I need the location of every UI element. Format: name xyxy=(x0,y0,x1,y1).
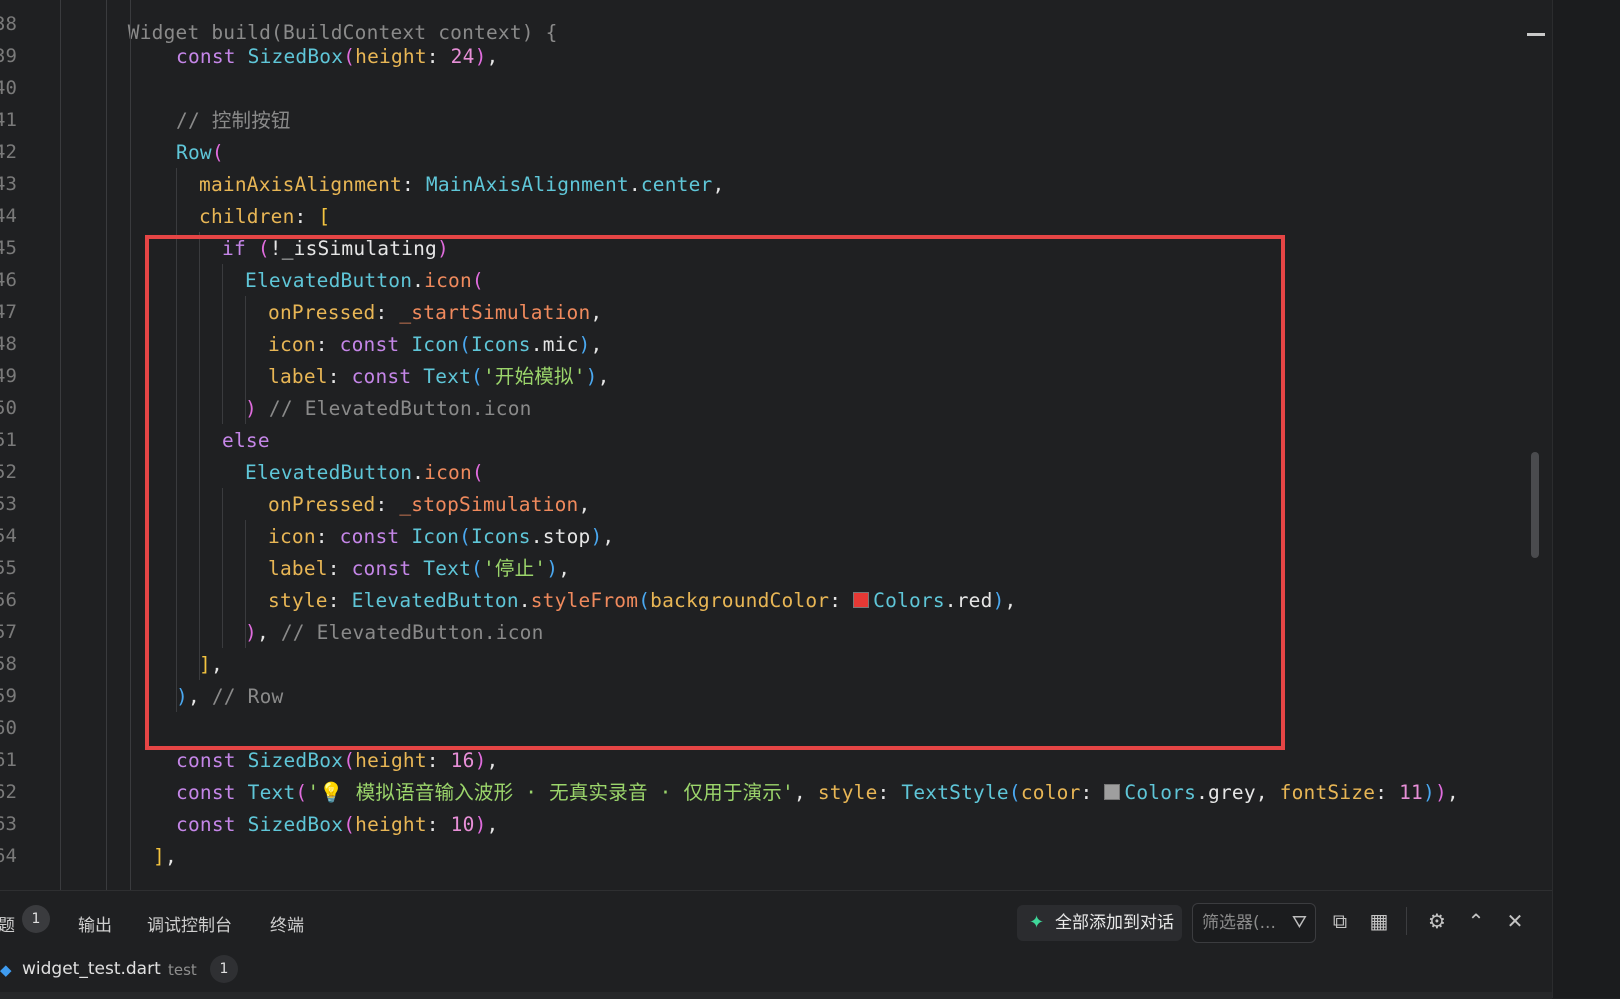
line-number: 55 xyxy=(0,557,17,579)
line-number: 46 xyxy=(0,269,17,291)
highlight-annotation-box xyxy=(145,235,1285,750)
line-number: 43 xyxy=(0,173,17,195)
line-number: 64 xyxy=(0,845,17,867)
line-number: 51 xyxy=(0,429,17,451)
indent-guide xyxy=(60,0,61,890)
line-number: 61 xyxy=(0,749,17,771)
line-number: 44 xyxy=(0,205,17,227)
code-line-42: Row( xyxy=(176,141,224,164)
line-number: 42 xyxy=(0,141,17,163)
filter-placeholder: 筛选器(... xyxy=(1202,913,1276,933)
code-line-43: mainAxisAlignment: MainAxisAlignment.cen… xyxy=(199,173,725,196)
line-number: 60 xyxy=(0,717,17,739)
tab-debug-console[interactable]: 调试控制台 xyxy=(147,911,232,936)
line-number: 56 xyxy=(0,589,17,611)
maximize-panel-icon[interactable]: ⌃ xyxy=(1464,909,1488,933)
minimap-marker xyxy=(1527,33,1545,36)
file-name: widget_test.dart xyxy=(22,959,161,979)
code-line-63: const SizedBox(height: 10), xyxy=(176,813,499,836)
line-number: 63 xyxy=(0,813,17,835)
indent-guide xyxy=(106,0,107,890)
line-number: 45 xyxy=(0,237,17,259)
sparkle-icon: ✦ xyxy=(1029,912,1045,933)
file-directory: test xyxy=(168,961,197,979)
code-line-39: const SizedBox(height: 24), xyxy=(176,45,499,68)
line-number: 50 xyxy=(0,397,17,419)
code-line-41: // 控制按钮 xyxy=(176,109,291,132)
line-number: 40 xyxy=(0,77,17,99)
line-number: 41 xyxy=(0,109,17,131)
color-swatch-grey[interactable] xyxy=(1104,784,1121,800)
line-number: 49 xyxy=(0,365,17,387)
bottom-panel: 题 1 输出 调试控制台 终端 ✦ 全部添加到对话 筛选器(... ⛛ ⧉ ▦ … xyxy=(0,890,1552,999)
code-line-62: const Text('💡 模拟语音输入波形 · 无真实录音 · 仅用于演示',… xyxy=(176,781,1459,804)
dart-file-icon: ◆ xyxy=(0,961,12,979)
filter-funnel-icon[interactable]: ⛛ xyxy=(1292,904,1307,942)
filter-input[interactable]: 筛选器(... ⛛ xyxy=(1192,903,1316,943)
code-line-44: children: [ xyxy=(199,205,331,228)
indent-guide xyxy=(130,0,131,890)
line-number: 52 xyxy=(0,461,17,483)
line-number: 57 xyxy=(0,621,17,643)
line-number: 47 xyxy=(0,301,17,323)
line-number: 48 xyxy=(0,333,17,355)
table-view-icon[interactable]: ▦ xyxy=(1367,909,1391,933)
close-panel-icon[interactable]: ✕ xyxy=(1503,909,1527,933)
code-line-64: ], xyxy=(153,845,177,868)
tab-terminal[interactable]: 终端 xyxy=(270,911,304,936)
vertical-scrollbar-thumb[interactable] xyxy=(1531,452,1539,558)
toolbar-separator xyxy=(1406,907,1407,935)
tab-problems-label: 题 xyxy=(0,916,15,936)
add-all-label: 全部添加到对话 xyxy=(1055,913,1174,933)
line-number: 39 xyxy=(0,45,17,67)
add-all-to-chat-button[interactable]: ✦ 全部添加到对话 xyxy=(1017,905,1182,941)
line-number: 54 xyxy=(0,525,17,547)
line-number: 58 xyxy=(0,653,17,675)
line-number: 53 xyxy=(0,493,17,515)
code-editor[interactable]: Widget build(BuildContext context) { 38 … xyxy=(0,0,1552,890)
line-number: 38 xyxy=(0,13,17,35)
file-problem-count: 1 xyxy=(210,955,238,983)
tab-output[interactable]: 输出 xyxy=(78,911,112,936)
partial-top-line: Widget build(BuildContext context) { xyxy=(80,0,558,44)
panel-settings-icon[interactable]: ⚙ xyxy=(1425,909,1449,933)
line-number: 62 xyxy=(0,781,17,803)
problems-count-badge: 1 xyxy=(22,905,50,933)
collapse-all-icon[interactable]: ⧉ xyxy=(1328,909,1352,933)
right-side-strip xyxy=(1552,0,1620,998)
line-number-gutter: 38 39 40 41 42 43 44 45 46 47 48 49 50 5… xyxy=(0,0,50,890)
line-number: 59 xyxy=(0,685,17,707)
